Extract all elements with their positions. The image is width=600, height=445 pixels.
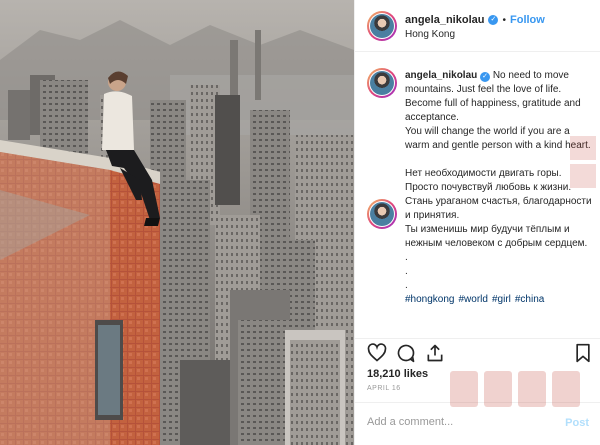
caption-avatar[interactable]: [367, 68, 397, 98]
separator-dot: •: [502, 14, 506, 26]
comment-icon[interactable]: [396, 343, 416, 363]
hashtags: #hongkong #world #girl #china: [405, 293, 595, 307]
hashtag-link[interactable]: #world: [459, 294, 488, 305]
hashtag-link[interactable]: #girl: [492, 294, 511, 305]
header-username[interactable]: angela_nikolau: [405, 14, 484, 26]
rooftop-cityscape-image: [0, 0, 354, 445]
likes-count[interactable]: 18,210 likes: [367, 368, 428, 380]
caption-dot-3: .: [405, 280, 408, 291]
share-icon[interactable]: [425, 343, 445, 363]
comment-input[interactable]: [367, 416, 547, 428]
post-sidebar: angela_nikolau ✓ • Follow Hong Kong ange…: [354, 0, 600, 445]
avatar[interactable]: [367, 11, 397, 41]
caption-line-1: angela_nikolau ✓ No need to move mountai…: [405, 69, 595, 125]
action-bar: [355, 338, 600, 368]
post-header: angela_nikolau ✓ • Follow Hong Kong: [355, 0, 600, 52]
post-button[interactable]: Post: [565, 417, 589, 429]
follow-button[interactable]: Follow: [510, 14, 545, 26]
caption-ru-1: Нет необходимости двигать горы. Просто п…: [405, 168, 592, 221]
post-photo[interactable]: [0, 0, 354, 445]
header-user-row: angela_nikolau ✓ • Follow: [405, 14, 545, 26]
post-date: APRIL 16: [367, 385, 401, 392]
caption-username[interactable]: angela_nikolau: [405, 70, 477, 81]
caption-dot-1: .: [405, 252, 408, 263]
verified-badge-icon: ✓: [488, 15, 499, 25]
caption-en-2: You will change the world if you are a w…: [405, 126, 591, 151]
heart-icon[interactable]: [367, 343, 387, 363]
verified-badge-icon: ✓: [480, 72, 491, 82]
bookmark-icon[interactable]: [573, 343, 593, 363]
caption-dot-2: .: [405, 266, 408, 277]
caption-ru-2: Ты изменишь мир будучи тёплым и нежным ч…: [405, 224, 588, 249]
caption-avatar-secondary[interactable]: [367, 199, 397, 229]
location-link[interactable]: Hong Kong: [405, 29, 455, 40]
instagram-post-window: angela_nikolau ✓ • Follow Hong Kong ange…: [0, 0, 600, 445]
hashtag-link[interactable]: #china: [515, 294, 544, 305]
caption-area: angela_nikolau ✓ No need to move mountai…: [355, 52, 600, 338]
hashtag-link[interactable]: #hongkong: [405, 294, 455, 305]
caption-text: angela_nikolau ✓ No need to move mountai…: [405, 69, 595, 307]
add-comment-bar: Post: [355, 402, 600, 445]
